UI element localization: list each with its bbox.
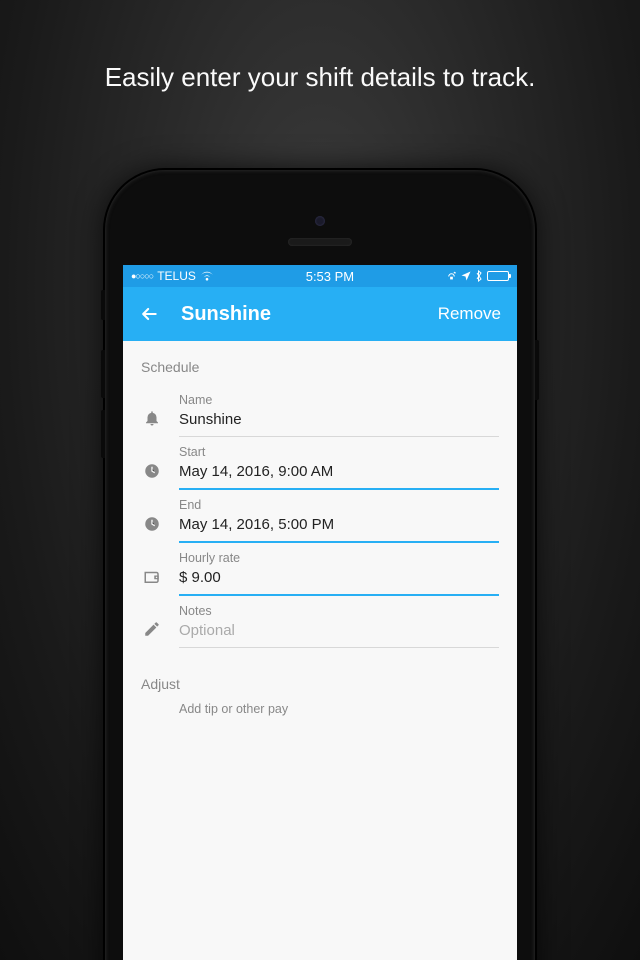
wallet-icon: [141, 568, 163, 596]
clock-icon: [141, 515, 163, 543]
clock-label: 5:53 PM: [214, 269, 446, 284]
orientation-lock-icon: [446, 271, 457, 282]
signal-dots-icon: ●○○○○: [131, 271, 153, 281]
nav-bar: Sunshine Remove: [123, 287, 517, 341]
battery-icon: [487, 271, 509, 281]
field-row-notes[interactable]: Notes Optional: [123, 596, 517, 648]
phone-frame: ●○○○○ TELUS 5:53 PM: [105, 170, 535, 960]
status-bar: ●○○○○ TELUS 5:53 PM: [123, 265, 517, 287]
notes-label: Notes: [179, 604, 499, 618]
marketing-headline: Easily enter your shift details to track…: [0, 0, 640, 93]
bluetooth-icon: [475, 270, 483, 282]
back-button[interactable]: [139, 304, 159, 324]
nav-title: Sunshine: [181, 303, 438, 326]
name-value[interactable]: Sunshine: [179, 411, 499, 437]
section-header-schedule: Schedule: [123, 341, 517, 385]
remove-button[interactable]: Remove: [438, 304, 501, 324]
field-row-end[interactable]: End May 14, 2016, 5:00 PM: [123, 490, 517, 543]
bell-icon: [141, 409, 163, 437]
end-value[interactable]: May 14, 2016, 5:00 PM: [179, 516, 499, 543]
start-label: Start: [179, 445, 499, 459]
rate-value[interactable]: $ 9.00: [179, 569, 499, 596]
section-header-adjust: Adjust: [123, 648, 517, 702]
notes-value[interactable]: Optional: [179, 622, 499, 648]
phone-screen: ●○○○○ TELUS 5:53 PM: [123, 265, 517, 960]
field-row-adjust[interactable]: Add tip or other pay: [123, 702, 517, 720]
field-row-start[interactable]: Start May 14, 2016, 9:00 AM: [123, 437, 517, 490]
rate-label: Hourly rate: [179, 551, 499, 565]
field-row-name[interactable]: Name Sunshine: [123, 385, 517, 437]
pencil-icon: [141, 620, 163, 648]
clock-icon: [141, 462, 163, 490]
adjust-sub-label: Add tip or other pay: [179, 702, 499, 716]
end-label: End: [179, 498, 499, 512]
wifi-icon: [200, 271, 214, 281]
location-icon: [461, 271, 471, 281]
name-label: Name: [179, 393, 499, 407]
carrier-label: TELUS: [157, 269, 196, 283]
field-row-rate[interactable]: Hourly rate $ 9.00: [123, 543, 517, 596]
start-value[interactable]: May 14, 2016, 9:00 AM: [179, 463, 499, 490]
form-content: Schedule Name Sunshine Start May 14, 2: [123, 341, 517, 960]
